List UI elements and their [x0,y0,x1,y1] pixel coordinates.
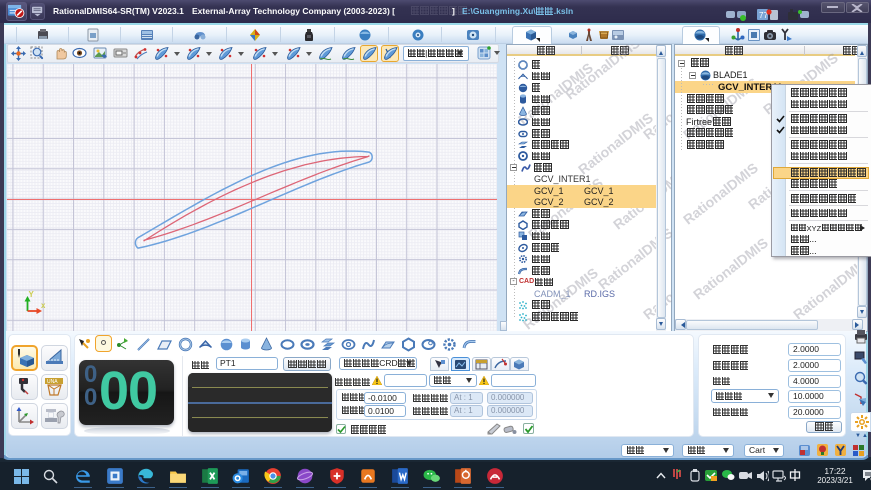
svg-text:Y: Y [29,290,35,299]
svg-text:x: x [41,301,46,310]
svg-text:UNA: UNA [47,379,58,385]
